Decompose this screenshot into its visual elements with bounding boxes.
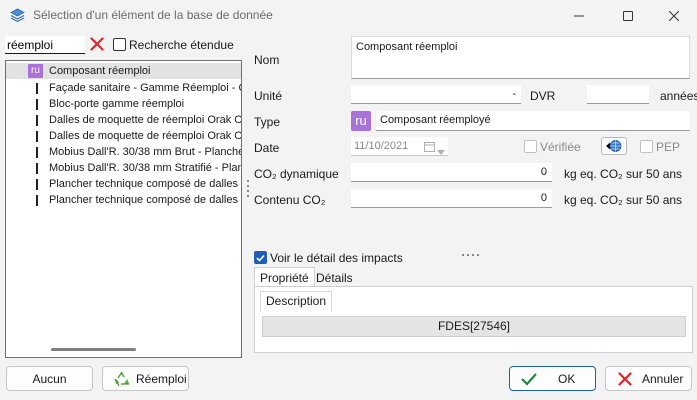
extended-search-checkbox[interactable] [113, 38, 126, 51]
tree-item-label: Composant réemploi [49, 65, 151, 77]
unite-label: Unité [254, 89, 283, 103]
tree-item-label: Façade sanitaire - Gamme Réemploi - CO [49, 82, 242, 94]
reuse-ru-icon: ru [28, 64, 43, 78]
co2-dynamique-field[interactable]: 0 [351, 163, 552, 182]
tree-line-icon [36, 83, 38, 94]
tree-item-label: Bloc-porte gamme réemploi [49, 98, 185, 110]
pep-checkbox[interactable] [640, 140, 653, 153]
verifiee-label: Vérifiée [540, 140, 581, 154]
horizontal-scrollbar[interactable] [51, 348, 136, 351]
contenu-co2-label: Contenu CO₂ [254, 193, 326, 207]
horizontal-splitter-handle[interactable] [462, 245, 482, 259]
chevron-down-icon [437, 143, 445, 161]
tab-propriete[interactable]: Propriété [254, 267, 315, 287]
date-label: Date [254, 141, 280, 155]
results-tree[interactable]: ru Composant réemploi Façade sanitaire -… [5, 60, 242, 358]
type-field[interactable]: Composant réemployé [376, 111, 690, 131]
web-lookup-button[interactable] [601, 137, 627, 155]
maximize-icon [623, 10, 633, 21]
minimize-icon [574, 15, 584, 16]
clear-x-icon [90, 37, 104, 51]
tab-details[interactable]: Détails [311, 268, 358, 288]
tree-item-label: Mobius Dall'R. 30/38 mm Brut - Plancher … [49, 146, 242, 158]
pep-label: PEP [656, 140, 681, 154]
reuse-ru-icon: ru [351, 111, 371, 131]
tree-item[interactable]: ru Composant réemploi [6, 63, 241, 79]
close-window-button[interactable] [651, 0, 697, 31]
tree-item[interactable]: Mobius Dall'R. 30/38 mm Stratifié - Plan… [6, 160, 242, 176]
tree-line-icon [36, 195, 38, 206]
tree-line-icon [36, 163, 38, 174]
aucun-button[interactable]: Aucun [6, 366, 93, 391]
contenu-co2-unit: kg eq. CO₂ sur 50 ans [564, 193, 683, 207]
tab-description[interactable]: Description [260, 291, 333, 312]
tree-item-label: Dalles de moquette de réemploi Orak Op [49, 114, 242, 126]
date-value: 11/10/2021 [354, 140, 409, 152]
tree-item-label: Mobius Dall'R. 30/38 mm Stratifié - Plan… [49, 162, 242, 174]
tree-item[interactable]: Plancher technique composé de dalles de [6, 192, 242, 208]
tree-item[interactable]: Plancher technique composé de dalles de [6, 176, 242, 192]
tree-line-icon [36, 147, 38, 158]
description-value: FDES[27546] [262, 316, 686, 337]
cancel-x-icon [616, 370, 634, 388]
calendar-icon [424, 140, 435, 158]
globe-arrow-icon [606, 140, 622, 152]
dvr-field[interactable] [587, 85, 649, 104]
nom-field[interactable]: Composant réemploi [351, 36, 690, 79]
tree-item[interactable]: Façade sanitaire - Gamme Réemploi - CO [6, 80, 242, 96]
tree-item[interactable]: Bloc-porte gamme réemploi [6, 96, 241, 112]
tree-line-icon [36, 131, 38, 142]
type-value: Composant réemployé [380, 114, 491, 126]
window-title: Sélection d'un élément de la base de don… [33, 8, 273, 22]
clear-search-button[interactable] [88, 35, 106, 53]
date-picker[interactable]: 11/10/2021 [351, 137, 448, 156]
verifiee-checkbox[interactable] [524, 140, 537, 153]
tree-item-label: Plancher technique composé de dalles de [49, 194, 242, 206]
tree-item-label: Dalles de moquette de réemploi Orak Op [49, 130, 242, 142]
tree-line-icon [36, 115, 38, 126]
reemploi-button[interactable]: Réemploi [102, 366, 189, 391]
reemploi-label: Réemploi [136, 372, 187, 386]
nom-label: Nom [254, 53, 280, 67]
aucun-label: Aucun [32, 371, 67, 386]
type-label: Type [254, 115, 281, 129]
contenu-co2-field[interactable]: 0 [351, 189, 552, 208]
ok-button[interactable]: OK [509, 366, 596, 391]
recycle-icon [113, 370, 131, 388]
nom-value: Composant réemploi [356, 41, 458, 53]
checkmark-icon [256, 254, 265, 262]
tree-line-icon [36, 99, 38, 110]
title-bar: Sélection d'un élément de la base de don… [0, 0, 697, 31]
search-input[interactable] [5, 36, 85, 54]
checkmark-icon [520, 370, 538, 388]
annuler-label: Annuler [642, 372, 684, 386]
tree-line-icon [36, 179, 38, 190]
ok-label: OK [558, 372, 576, 386]
tree-item[interactable]: Mobius Dall'R. 30/38 mm Brut - Plancher … [6, 144, 242, 160]
annees-label: années [660, 89, 697, 103]
tree-item[interactable]: Dalles de moquette de réemploi Orak Op [6, 112, 242, 128]
extended-search-label: Recherche étendue [129, 38, 234, 52]
close-icon [669, 10, 679, 21]
dvr-label: DVR [530, 89, 556, 103]
impacts-detail-label: Voir le détail des impacts [270, 251, 403, 265]
co2-dynamique-label: CO₂ dynamique [254, 167, 339, 181]
tree-item-label: Plancher technique composé de dalles de [49, 178, 242, 190]
maximize-button[interactable] [605, 0, 651, 31]
co2-dynamique-unit: kg eq. CO₂ sur 50 ans [564, 167, 683, 181]
minimize-button[interactable] [556, 0, 602, 31]
annuler-button[interactable]: Annuler [605, 366, 692, 391]
unite-field[interactable]: - [351, 85, 521, 104]
vertical-splitter-handle[interactable] [247, 180, 249, 200]
propriete-panel: Description FDES[27546] [254, 286, 693, 353]
tree-item[interactable]: Dalles de moquette de réemploi Orak Op [6, 128, 242, 144]
impacts-detail-checkbox[interactable] [254, 251, 267, 264]
layers-app-icon [10, 8, 25, 23]
